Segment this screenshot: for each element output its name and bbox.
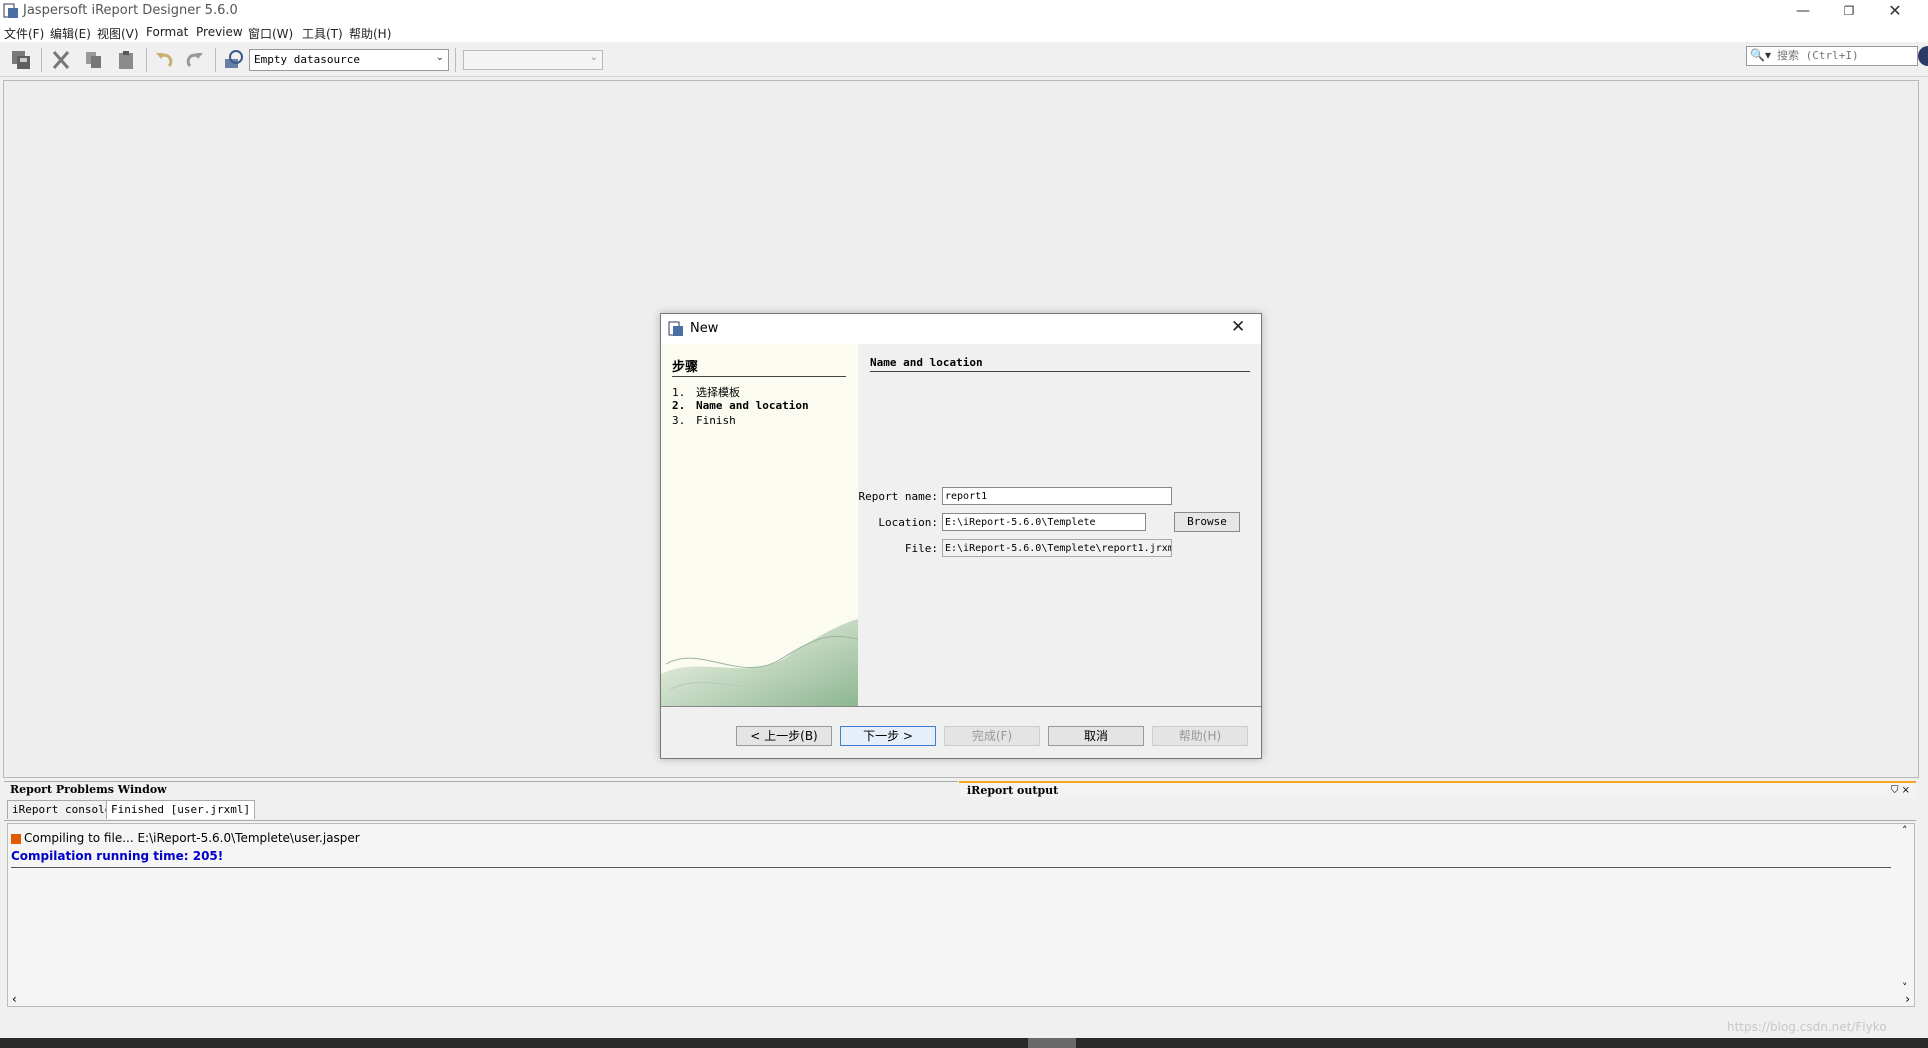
chevron-up-icon[interactable]: ˄ [1902, 824, 1908, 837]
steps-header: 步骤 [672, 356, 846, 377]
menu-help[interactable]: 帮助(H) [349, 25, 391, 42]
menu-view[interactable]: 视图(V) [97, 25, 139, 42]
report-name-field[interactable]: report1 [942, 487, 1172, 505]
horizontal-scrollbar[interactable]: ‹ › [8, 992, 1914, 1006]
toolbar-separator [455, 48, 456, 72]
undo-icon[interactable] [153, 49, 175, 71]
watermark: https://blog.csdn.net/Flyko [1727, 1020, 1887, 1034]
console-line: Compiling to file... E:\iReport-5.6.0\Te… [11, 831, 360, 845]
help-button[interactable]: 帮助(H) [1152, 726, 1248, 746]
menu-format[interactable]: Format [146, 25, 188, 39]
menu-bar: 文件(F) 编辑(E) 视图(V) Format Preview 窗口(W) 工… [0, 22, 1928, 42]
step-item-current: 2. Name and location [672, 399, 809, 412]
search-icon[interactable]: 🔍▾ [1750, 48, 1771, 62]
copy-icon[interactable] [83, 49, 105, 71]
chevron-down-icon: ⌄ [589, 52, 598, 63]
chevron-left-icon[interactable]: ‹ [12, 992, 17, 1006]
menu-tools[interactable]: 工具(T) [302, 25, 343, 42]
step-item: 1. 选择模板 [672, 386, 740, 399]
location-field[interactable]: E:\iReport-5.6.0\Templete [942, 513, 1146, 531]
wizard-decoration [661, 619, 858, 706]
taskbar-segment [1028, 1038, 1076, 1048]
menu-preview[interactable]: Preview [196, 25, 243, 39]
new-report-dialog: New ✕ 步骤 1. 选择模板 2. Name and location 3. Fi… [660, 313, 1262, 759]
browse-button[interactable]: Browse [1174, 512, 1240, 532]
app-icon [3, 3, 18, 18]
console-line-text: Compiling to file... E:\iReport-5.6.0\Te… [24, 831, 360, 845]
dialog-title: New [690, 321, 719, 336]
toolbar: Empty datasource ⌄ ⌄ 🔍▾ [0, 42, 1928, 77]
divider [661, 706, 1261, 707]
chevron-right-icon[interactable]: › [1905, 992, 1910, 1006]
step-item: 3. Finish [672, 414, 736, 427]
console-output: Compiling to file... E:\iReport-5.6.0\Te… [7, 823, 1915, 1007]
app-icon [668, 321, 683, 336]
divider [11, 867, 1891, 868]
menu-edit[interactable]: 编辑(E) [50, 25, 91, 42]
content-pane: Name and location Report name: report1 L… [858, 344, 1261, 706]
file-label: File: [904, 542, 938, 555]
bottom-panel-headers: Report Problems Window iReport output ⛉ … [4, 781, 1916, 797]
tab-ireport-console[interactable]: iReport console [7, 800, 117, 819]
paste-icon[interactable] [115, 49, 137, 71]
cut-icon[interactable] [50, 49, 72, 71]
side-widget[interactable] [1918, 46, 1928, 66]
tab-finished-user[interactable]: Finished [user.jrxml] [106, 800, 256, 819]
cancel-button[interactable]: 取消 [1048, 726, 1144, 746]
console-line: Compilation running time: 205! [11, 849, 224, 863]
window-title: Jaspersoft iReport Designer 5.6.0 [23, 3, 238, 18]
error-icon [11, 833, 21, 844]
toolbar-separator [41, 48, 42, 72]
next-button[interactable]: 下一步 > [840, 726, 936, 746]
panel-controls[interactable]: ⛉ × [1891, 783, 1910, 798]
save-icon[interactable] [10, 49, 32, 71]
output-subtabs: iReport console Finished [user.jrxml] [4, 798, 1916, 821]
minimize-button[interactable]: — [1780, 0, 1826, 22]
file-field: E:\iReport-5.6.0\Templete\report1.jrxml [942, 539, 1172, 557]
datasource-select[interactable]: Empty datasource ⌄ [249, 49, 449, 71]
close-icon[interactable]: ✕ [1231, 317, 1245, 337]
toolbar-select[interactable]: ⌄ [463, 50, 603, 70]
location-label: Location: [878, 516, 938, 529]
close-window-button[interactable]: ✕ [1872, 0, 1918, 22]
title-bar: Jaspersoft iReport Designer 5.6.0 — ❐ ✕ [0, 0, 1928, 22]
problems-window-tab[interactable]: Report Problems Window [4, 781, 958, 797]
chevron-down-icon: ⌄ [435, 52, 444, 63]
steps-pane: 步骤 1. 选择模板 2. Name and location 3. Finish [661, 344, 858, 706]
maximize-button[interactable]: ❐ [1826, 0, 1872, 22]
datasource-value: Empty datasource [254, 53, 360, 66]
output-window-tab[interactable]: iReport output ⛉ × [959, 781, 1916, 797]
toolbar-separator [146, 48, 147, 72]
menu-window[interactable]: 窗口(W) [248, 25, 293, 42]
search-box: 🔍▾ [1746, 46, 1918, 66]
search-input[interactable] [1777, 48, 1913, 62]
dialog-title-bar: New ✕ [661, 314, 1261, 344]
output-window-title: iReport output [967, 784, 1059, 797]
taskbar-strip [0, 1038, 1928, 1048]
toolbar-separator [215, 48, 216, 72]
back-button[interactable]: < 上一步(B) [736, 726, 832, 746]
report-name-label: Report name: [858, 490, 938, 503]
vertical-scrollbar[interactable]: ˄ ˅ [1900, 824, 1914, 994]
menu-file[interactable]: 文件(F) [4, 25, 44, 42]
redo-icon[interactable] [184, 49, 206, 71]
content-header: Name and location [870, 356, 1250, 372]
finish-button[interactable]: 完成(F) [944, 726, 1040, 746]
datasource-icon[interactable] [222, 49, 244, 71]
